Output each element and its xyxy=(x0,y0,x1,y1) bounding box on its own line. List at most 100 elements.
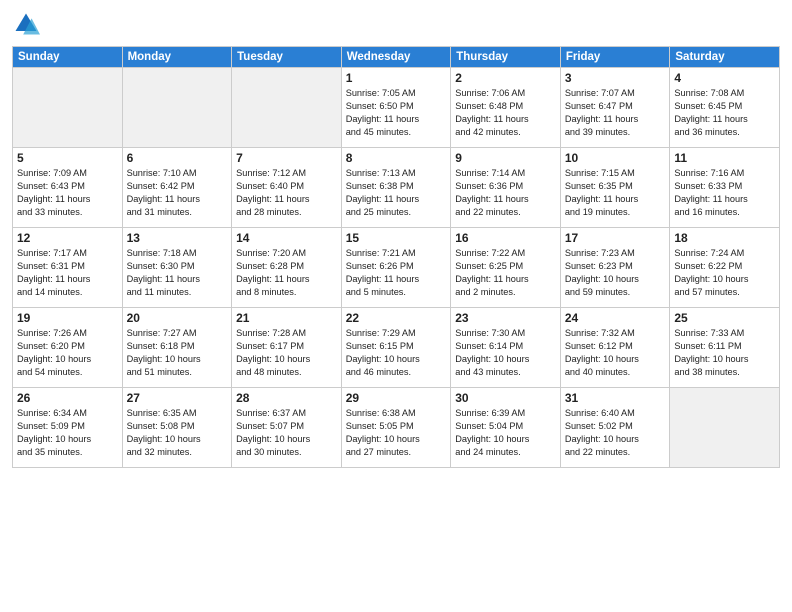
day-info: Sunrise: 7:27 AMSunset: 6:18 PMDaylight:… xyxy=(127,327,228,379)
weekday-header-monday: Monday xyxy=(122,47,232,68)
day-cell: 26 Sunrise: 6:34 AMSunset: 5:09 PMDayligh… xyxy=(13,388,123,468)
day-info: Sunrise: 7:08 AMSunset: 6:45 PMDaylight:… xyxy=(674,87,775,139)
day-number: 4 xyxy=(674,71,775,85)
day-info: Sunrise: 7:16 AMSunset: 6:33 PMDaylight:… xyxy=(674,167,775,219)
day-cell xyxy=(670,388,780,468)
day-info: Sunrise: 7:18 AMSunset: 6:30 PMDaylight:… xyxy=(127,247,228,299)
day-number: 16 xyxy=(455,231,556,245)
day-info: Sunrise: 7:23 AMSunset: 6:23 PMDaylight:… xyxy=(565,247,666,299)
day-info: Sunrise: 7:33 AMSunset: 6:11 PMDaylight:… xyxy=(674,327,775,379)
day-cell: 12 Sunrise: 7:17 AMSunset: 6:31 PMDayligh… xyxy=(13,228,123,308)
day-number: 28 xyxy=(236,391,337,405)
day-number: 10 xyxy=(565,151,666,165)
day-cell: 20 Sunrise: 7:27 AMSunset: 6:18 PMDayligh… xyxy=(122,308,232,388)
day-number: 23 xyxy=(455,311,556,325)
day-number: 20 xyxy=(127,311,228,325)
day-cell: 28 Sunrise: 6:37 AMSunset: 5:07 PMDayligh… xyxy=(232,388,342,468)
day-info: Sunrise: 7:10 AMSunset: 6:42 PMDaylight:… xyxy=(127,167,228,219)
day-number: 26 xyxy=(17,391,118,405)
day-number: 14 xyxy=(236,231,337,245)
day-cell xyxy=(232,68,342,148)
day-info: Sunrise: 7:06 AMSunset: 6:48 PMDaylight:… xyxy=(455,87,556,139)
day-number: 7 xyxy=(236,151,337,165)
day-cell: 8 Sunrise: 7:13 AMSunset: 6:38 PMDaylight… xyxy=(341,148,451,228)
day-info: Sunrise: 7:22 AMSunset: 6:25 PMDaylight:… xyxy=(455,247,556,299)
week-row-2: 5 Sunrise: 7:09 AMSunset: 6:43 PMDaylight… xyxy=(13,148,780,228)
day-cell: 9Sunrise: 7:14 AMSunset: 6:36 PMDaylight… xyxy=(451,148,561,228)
weekday-header-tuesday: Tuesday xyxy=(232,47,342,68)
day-number: 1 xyxy=(346,71,447,85)
day-cell: 23 Sunrise: 7:30 AMSunset: 6:14 PMDayligh… xyxy=(451,308,561,388)
day-cell: 25 Sunrise: 7:33 AMSunset: 6:11 PMDayligh… xyxy=(670,308,780,388)
day-cell: 15 Sunrise: 7:21 AMSunset: 6:26 PMDayligh… xyxy=(341,228,451,308)
day-info: Sunrise: 6:39 AMSunset: 5:04 PMDaylight:… xyxy=(455,407,556,459)
day-number: 2 xyxy=(455,71,556,85)
day-info: Sunrise: 7:30 AMSunset: 6:14 PMDaylight:… xyxy=(455,327,556,379)
weekday-header-wednesday: Wednesday xyxy=(341,47,451,68)
day-cell: 14Sunrise: 7:20 AMSunset: 6:28 PMDayligh… xyxy=(232,228,342,308)
day-cell: 31 Sunrise: 6:40 AMSunset: 5:02 PMDayligh… xyxy=(560,388,670,468)
week-row-3: 12 Sunrise: 7:17 AMSunset: 6:31 PMDayligh… xyxy=(13,228,780,308)
day-cell xyxy=(122,68,232,148)
day-cell: 21Sunrise: 7:28 AMSunset: 6:17 PMDayligh… xyxy=(232,308,342,388)
day-number: 13 xyxy=(127,231,228,245)
day-cell: 18 Sunrise: 7:24 AMSunset: 6:22 PMDayligh… xyxy=(670,228,780,308)
day-cell: 16 Sunrise: 7:22 AMSunset: 6:25 PMDayligh… xyxy=(451,228,561,308)
day-number: 8 xyxy=(346,151,447,165)
day-info: Sunrise: 7:17 AMSunset: 6:31 PMDaylight:… xyxy=(17,247,118,299)
day-number: 30 xyxy=(455,391,556,405)
day-cell xyxy=(13,68,123,148)
calendar-container: SundayMondayTuesdayWednesdayThursdayFrid… xyxy=(0,0,792,612)
day-info: Sunrise: 7:15 AMSunset: 6:35 PMDaylight:… xyxy=(565,167,666,219)
day-info: Sunrise: 7:07 AMSunset: 6:47 PMDaylight:… xyxy=(565,87,666,139)
day-number: 11 xyxy=(674,151,775,165)
day-info: Sunrise: 7:21 AMSunset: 6:26 PMDaylight:… xyxy=(346,247,447,299)
day-info: Sunrise: 7:12 AMSunset: 6:40 PMDaylight:… xyxy=(236,167,337,219)
day-cell: 3 Sunrise: 7:07 AMSunset: 6:47 PMDaylight… xyxy=(560,68,670,148)
day-info: Sunrise: 7:05 AMSunset: 6:50 PMDaylight:… xyxy=(346,87,447,139)
day-number: 3 xyxy=(565,71,666,85)
day-cell: 24Sunrise: 7:32 AMSunset: 6:12 PMDayligh… xyxy=(560,308,670,388)
logo xyxy=(12,10,44,38)
day-info: Sunrise: 6:37 AMSunset: 5:07 PMDaylight:… xyxy=(236,407,337,459)
week-row-1: 1 Sunrise: 7:05 AMSunset: 6:50 PMDaylight… xyxy=(13,68,780,148)
day-info: Sunrise: 7:13 AMSunset: 6:38 PMDaylight:… xyxy=(346,167,447,219)
week-row-5: 26 Sunrise: 6:34 AMSunset: 5:09 PMDayligh… xyxy=(13,388,780,468)
weekday-header-friday: Friday xyxy=(560,47,670,68)
day-cell: 10 Sunrise: 7:15 AMSunset: 6:35 PMDayligh… xyxy=(560,148,670,228)
day-info: Sunrise: 6:40 AMSunset: 5:02 PMDaylight:… xyxy=(565,407,666,459)
day-cell: 4 Sunrise: 7:08 AMSunset: 6:45 PMDaylight… xyxy=(670,68,780,148)
weekday-header-row: SundayMondayTuesdayWednesdayThursdayFrid… xyxy=(13,47,780,68)
day-cell: 1 Sunrise: 7:05 AMSunset: 6:50 PMDaylight… xyxy=(341,68,451,148)
calendar-table: SundayMondayTuesdayWednesdayThursdayFrid… xyxy=(12,46,780,468)
day-info: Sunrise: 6:34 AMSunset: 5:09 PMDaylight:… xyxy=(17,407,118,459)
day-cell: 19Sunrise: 7:26 AMSunset: 6:20 PMDayligh… xyxy=(13,308,123,388)
week-row-4: 19Sunrise: 7:26 AMSunset: 6:20 PMDayligh… xyxy=(13,308,780,388)
day-cell: 17Sunrise: 7:23 AMSunset: 6:23 PMDayligh… xyxy=(560,228,670,308)
day-info: Sunrise: 7:24 AMSunset: 6:22 PMDaylight:… xyxy=(674,247,775,299)
day-number: 15 xyxy=(346,231,447,245)
day-number: 29 xyxy=(346,391,447,405)
day-cell: 5 Sunrise: 7:09 AMSunset: 6:43 PMDaylight… xyxy=(13,148,123,228)
day-cell: 6 Sunrise: 7:10 AMSunset: 6:42 PMDaylight… xyxy=(122,148,232,228)
day-number: 27 xyxy=(127,391,228,405)
day-cell: 27 Sunrise: 6:35 AMSunset: 5:08 PMDayligh… xyxy=(122,388,232,468)
weekday-header-sunday: Sunday xyxy=(13,47,123,68)
day-info: Sunrise: 6:38 AMSunset: 5:05 PMDaylight:… xyxy=(346,407,447,459)
header xyxy=(12,10,780,38)
day-cell: 11 Sunrise: 7:16 AMSunset: 6:33 PMDayligh… xyxy=(670,148,780,228)
day-number: 25 xyxy=(674,311,775,325)
logo-icon xyxy=(12,10,40,38)
weekday-header-thursday: Thursday xyxy=(451,47,561,68)
day-number: 19 xyxy=(17,311,118,325)
day-number: 18 xyxy=(674,231,775,245)
day-cell: 7 Sunrise: 7:12 AMSunset: 6:40 PMDaylight… xyxy=(232,148,342,228)
day-info: Sunrise: 7:09 AMSunset: 6:43 PMDaylight:… xyxy=(17,167,118,219)
day-info: Sunrise: 6:35 AMSunset: 5:08 PMDaylight:… xyxy=(127,407,228,459)
day-number: 5 xyxy=(17,151,118,165)
day-number: 9 xyxy=(455,151,556,165)
day-number: 31 xyxy=(565,391,666,405)
day-number: 12 xyxy=(17,231,118,245)
day-number: 6 xyxy=(127,151,228,165)
weekday-header-saturday: Saturday xyxy=(670,47,780,68)
